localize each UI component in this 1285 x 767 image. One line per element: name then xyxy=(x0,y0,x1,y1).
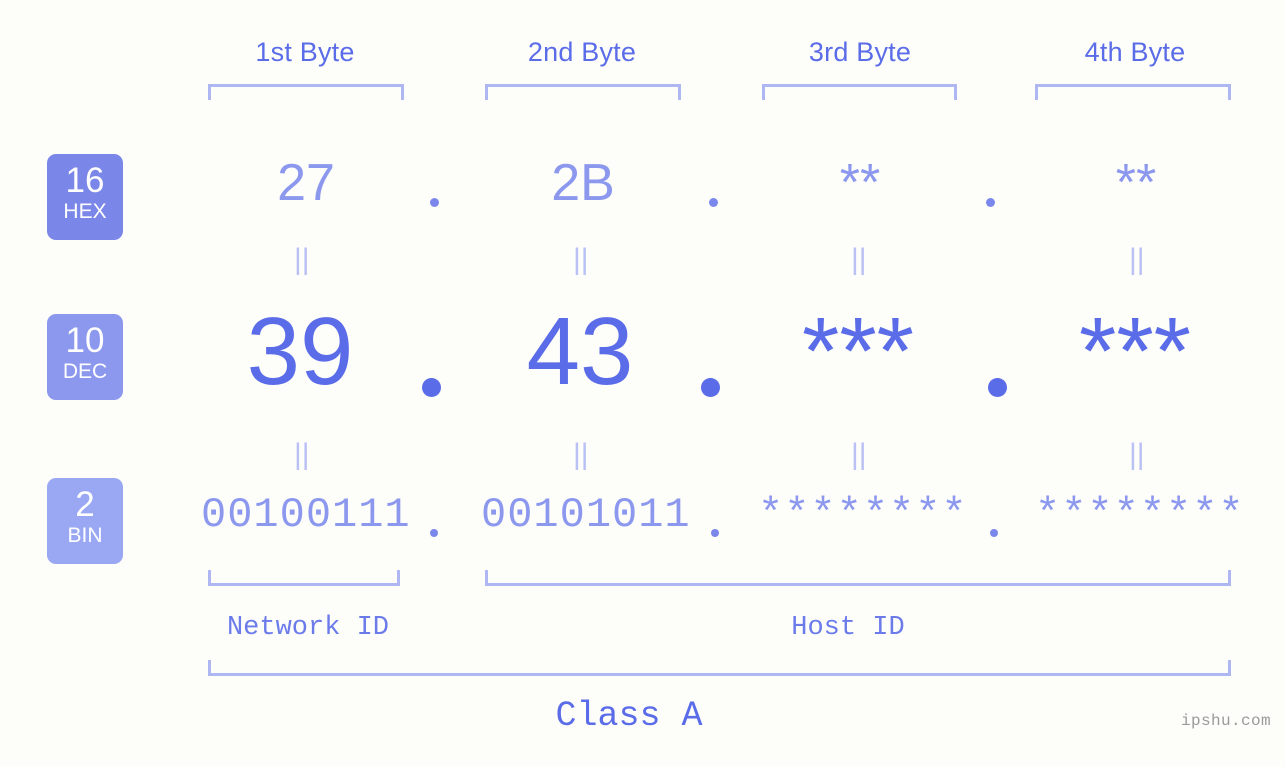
dec-byte-3-value: *** xyxy=(801,298,915,405)
watermark: ipshu.com xyxy=(1180,712,1271,730)
hex-byte-3-value: ** xyxy=(839,154,881,212)
dec-separator-dot-3 xyxy=(988,378,1007,397)
base-badge-hex: 16 HEX xyxy=(47,154,123,240)
bin-separator-dot-3 xyxy=(990,529,998,537)
hex-byte-1-value: 27 xyxy=(277,154,335,212)
hex-separator-dot-1 xyxy=(430,198,439,207)
byte-bracket-3 xyxy=(762,84,957,100)
dec-byte-1-value: 39 xyxy=(246,298,354,405)
bin-byte-1-value: 00100111 xyxy=(201,491,411,539)
byte-label-1: 1st Byte xyxy=(255,37,355,67)
base-badge-bin-name: BIN xyxy=(67,524,103,547)
equals-connector-dec-bin-4: || xyxy=(1129,438,1145,471)
hex-separator-dot-3 xyxy=(986,198,995,207)
byte-label-3: 3rd Byte xyxy=(808,37,912,67)
equals-connector-dec-bin-2: || xyxy=(573,438,589,471)
bin-byte-4-value: ******** xyxy=(1035,491,1245,539)
equals-connector-dec-bin-3: || xyxy=(851,438,867,471)
base-badge-dec-number: 10 xyxy=(65,321,105,360)
bin-byte-2-value: 00101011 xyxy=(481,491,691,539)
network-id-bracket xyxy=(208,570,400,586)
byte-label-2: 2nd Byte xyxy=(527,37,637,67)
base-badge-dec-name: DEC xyxy=(62,360,108,383)
dec-byte-4-value: *** xyxy=(1078,298,1192,405)
dec-separator-dot-1 xyxy=(422,378,441,397)
host-id-bracket xyxy=(485,570,1231,586)
dec-byte-2-value: 43 xyxy=(526,298,634,405)
hex-byte-4-value: ** xyxy=(1115,154,1157,212)
base-badge-dec: 10 DEC xyxy=(47,314,123,400)
byte-label-4: 4th Byte xyxy=(1084,37,1186,67)
bin-separator-dot-2 xyxy=(711,529,719,537)
base-badge-bin: 2 BIN xyxy=(47,478,123,564)
network-id-label: Network ID xyxy=(226,613,390,643)
equals-connector-hex-dec-1: || xyxy=(294,243,310,276)
dec-separator-dot-2 xyxy=(701,378,720,397)
bin-separator-dot-1 xyxy=(430,529,438,537)
base-badge-hex-number: 16 xyxy=(65,161,105,200)
host-id-label: Host ID xyxy=(791,613,905,643)
hex-separator-dot-2 xyxy=(709,198,718,207)
byte-bracket-1 xyxy=(208,84,404,100)
bin-byte-3-value: ******** xyxy=(758,491,968,539)
equals-connector-dec-bin-1: || xyxy=(294,438,310,471)
equals-connector-hex-dec-3: || xyxy=(851,243,867,276)
class-label: Class A xyxy=(555,696,703,736)
byte-bracket-4 xyxy=(1035,84,1231,100)
base-badge-hex-name: HEX xyxy=(63,200,107,223)
class-bracket xyxy=(208,660,1231,676)
ip-address-breakdown-diagram: 1st Byte 2nd Byte 3rd Byte 4th Byte 16 H… xyxy=(0,0,1285,767)
hex-byte-2-value: 2B xyxy=(551,154,615,212)
equals-connector-hex-dec-2: || xyxy=(573,243,589,276)
byte-bracket-2 xyxy=(485,84,681,100)
equals-connector-hex-dec-4: || xyxy=(1129,243,1145,276)
base-badge-bin-number: 2 xyxy=(75,485,95,524)
